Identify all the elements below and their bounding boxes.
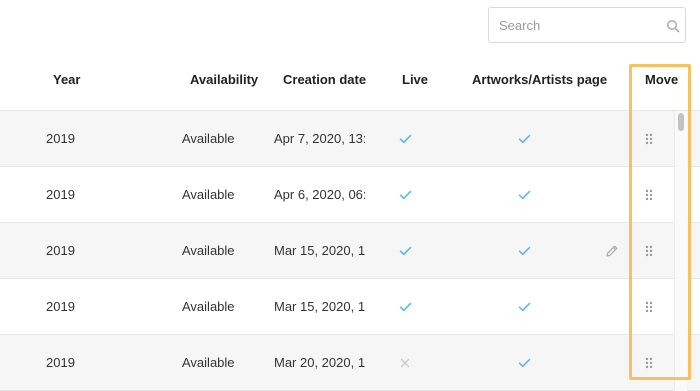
table-scrollbar[interactable] — [674, 111, 687, 391]
column-header-move: Move — [645, 72, 679, 87]
cell-creation-date: Mar 15, 2020, 15 — [274, 243, 365, 258]
column-header-availability[interactable]: Availability — [190, 56, 258, 110]
cell-creation-date: Apr 7, 2020, 13:1 — [274, 131, 365, 146]
cell-availability: Available — [182, 131, 235, 146]
column-header-artworks-page[interactable]: Artworks/Artists page — [472, 56, 607, 110]
check-icon — [395, 223, 415, 278]
table-row[interactable]: 2019 Available Apr 6, 2020, 06: — [0, 167, 700, 223]
check-icon — [395, 279, 415, 334]
check-icon — [514, 279, 534, 334]
check-icon — [514, 335, 534, 390]
search-input[interactable] — [489, 8, 669, 42]
cell-year: 2019 — [46, 355, 75, 370]
column-header-creation-date[interactable]: Creation date — [283, 56, 366, 110]
cell-year: 2019 — [46, 187, 75, 202]
cell-creation-date: Mar 20, 2020, 18 — [274, 355, 365, 370]
check-icon — [514, 167, 534, 222]
pencil-icon[interactable] — [603, 223, 621, 278]
table-header: Year Availability Creation date Live Art… — [0, 56, 700, 110]
cell-year: 2019 — [46, 131, 75, 146]
column-header-live[interactable]: Live — [402, 56, 428, 110]
x-icon — [395, 335, 415, 390]
table-row[interactable]: 2019 Available Mar 15, 2020, 15 — [0, 279, 700, 335]
drag-handle-icon[interactable] — [640, 111, 658, 166]
table-row[interactable]: 2019 Available Mar 20, 2020, 18 — [0, 335, 700, 391]
drag-handle-icon[interactable] — [640, 279, 658, 334]
cell-availability: Available — [182, 355, 235, 370]
drag-handle-icon[interactable] — [640, 223, 658, 278]
cell-availability: Available — [182, 299, 235, 314]
cell-creation-date: Apr 6, 2020, 06: — [274, 187, 365, 202]
table-row[interactable]: 2019 Available Mar 15, 2020, 15 — [0, 223, 700, 279]
scrollbar-thumb[interactable] — [678, 113, 684, 131]
cell-creation-date: Mar 15, 2020, 15 — [274, 299, 365, 314]
cell-availability: Available — [182, 187, 235, 202]
search-box[interactable] — [488, 7, 686, 43]
column-header-year[interactable]: Year — [53, 56, 80, 110]
cell-availability: Available — [182, 243, 235, 258]
drag-handle-icon[interactable] — [640, 167, 658, 222]
check-icon — [514, 111, 534, 166]
check-icon — [395, 167, 415, 222]
cell-year: 2019 — [46, 299, 75, 314]
check-icon — [514, 223, 534, 278]
search-icon — [666, 19, 680, 33]
table-row[interactable]: 2019 Available Apr 7, 2020, 13:1 — [0, 111, 700, 167]
check-icon — [395, 111, 415, 166]
cell-year: 2019 — [46, 243, 75, 258]
drag-handle-icon[interactable] — [640, 335, 658, 390]
